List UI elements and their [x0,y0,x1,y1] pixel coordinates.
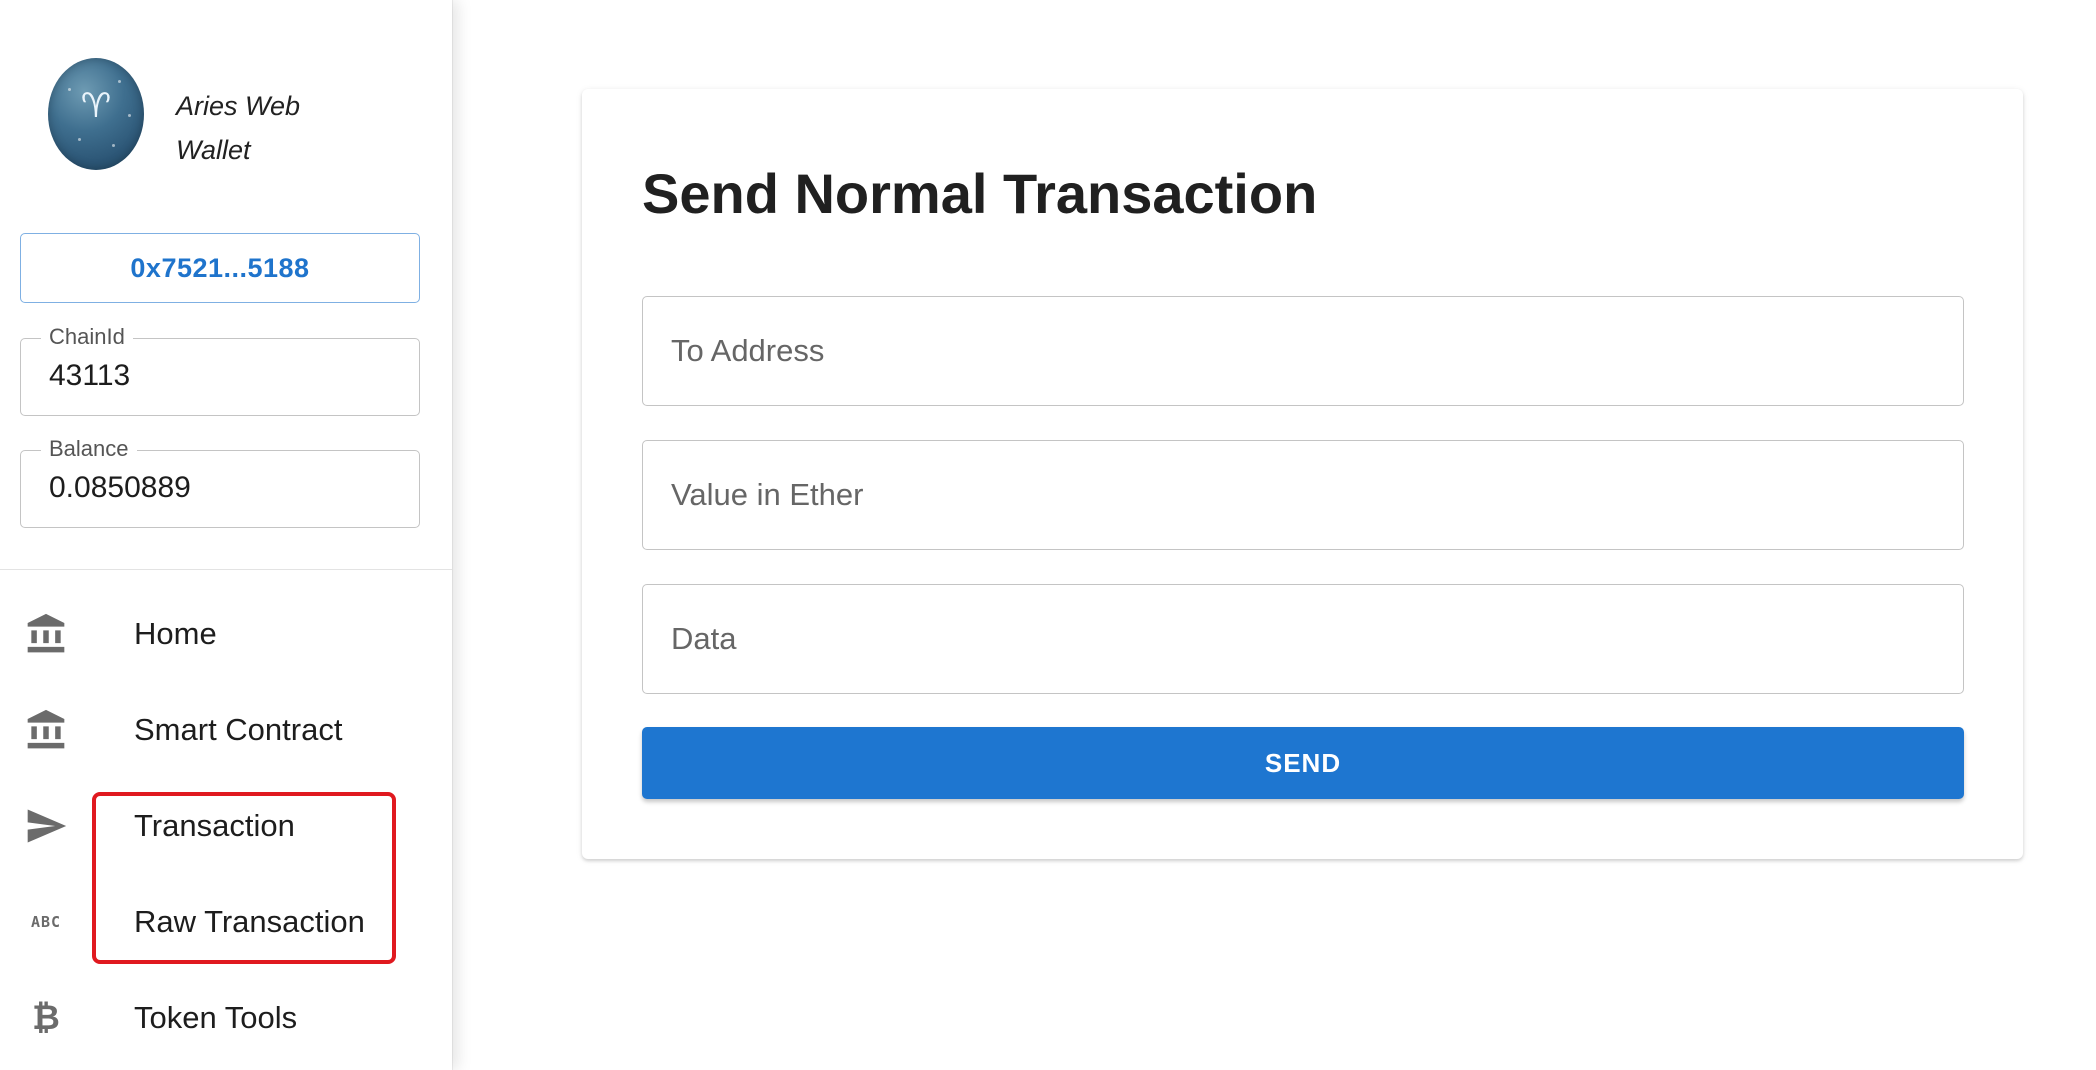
sidebar-item-label: Smart Contract [134,712,343,747]
chain-id-label: ChainId [41,324,133,350]
balance-label: Balance [41,436,137,462]
sidebar-item-home[interactable]: Home [0,586,452,682]
send-button[interactable]: SEND [642,727,1964,799]
to-address-field [642,296,1964,406]
to-address-input[interactable] [643,297,1963,405]
sidebar: ♈ Aries Web Wallet 0x7521...5188 ChainId… [0,0,452,1070]
abc-icon: ABC [30,913,62,931]
bank-icon [22,708,70,752]
balance-value: 0.0850889 [49,471,191,504]
send-transaction-card: Send Normal Transaction SEND [582,89,2023,859]
sidebar-item-token-tools[interactable]: ₿ Token Tools [0,970,452,1066]
chain-id-value: 43113 [49,359,131,392]
sidebar-item-smart-contract[interactable]: Smart Contract [0,682,452,778]
data-field [642,584,1964,694]
wallet-address-button[interactable]: 0x7521...5188 [20,233,420,303]
value-ether-field [642,440,1964,550]
sidebar-divider [0,569,452,570]
page-title: Send Normal Transaction [642,162,1318,225]
highlight-annotation [92,792,396,964]
send-icon [22,804,70,848]
brand: ♈ Aries Web Wallet [48,56,448,176]
balance-field: Balance 0.0850889 [20,436,420,528]
aries-zodiac-icon: ♈ [48,58,144,170]
aries-glyph: ♈ [80,86,112,126]
data-input[interactable] [643,585,1963,693]
value-ether-input[interactable] [643,441,1963,549]
bitcoin-icon: ₿ [32,998,60,1038]
brand-name: Aries Web Wallet [176,91,301,165]
bank-icon [22,612,70,656]
sidebar-item-label: Home [134,616,217,651]
wallet-app: ♈ Aries Web Wallet 0x7521...5188 ChainId… [0,0,2096,1070]
chain-id-field: ChainId 43113 [20,324,420,416]
sidebar-item-label: Token Tools [134,1000,298,1035]
